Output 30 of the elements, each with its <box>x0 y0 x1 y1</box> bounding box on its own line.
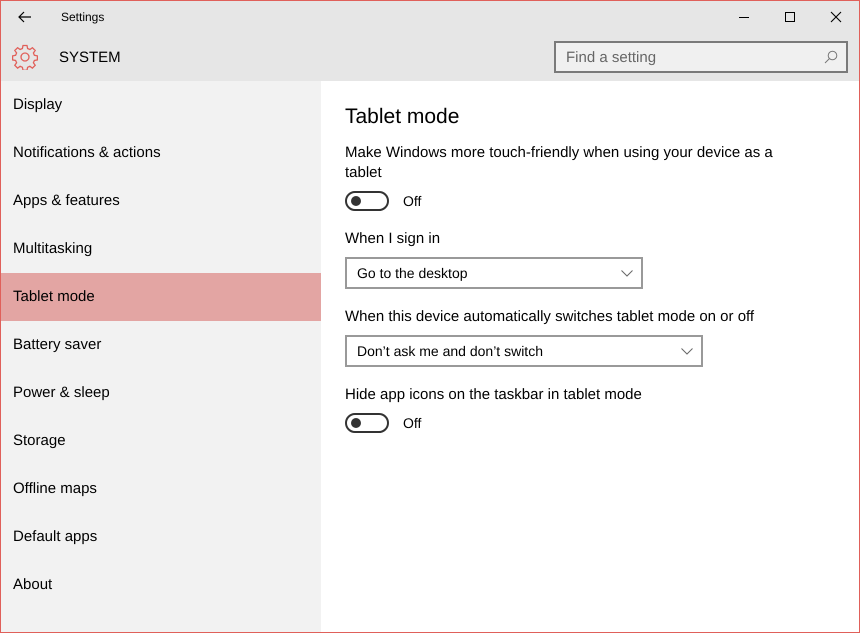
sidebar-item[interactable]: Default apps <box>1 513 321 561</box>
setting-label: When this device automatically switches tablet mode on or off <box>345 307 756 327</box>
sidebar-item[interactable]: Multitasking <box>1 225 321 273</box>
search-icon[interactable] <box>824 50 838 64</box>
search-field[interactable]: Find a setting <box>554 41 848 73</box>
sidebar-item[interactable]: Storage <box>1 417 321 465</box>
sidebar-item[interactable]: Power & sleep <box>1 369 321 417</box>
setting-label: Hide app icons on the taskbar in tablet mode <box>345 385 643 405</box>
sidebar-item[interactable]: Tablet mode <box>1 273 321 321</box>
toggle-switch[interactable] <box>345 191 389 211</box>
dropdown[interactable]: Don’t ask me and don’t switch <box>345 335 703 367</box>
sidebar-item[interactable]: About <box>1 561 321 609</box>
dropdown[interactable]: Go to the desktop <box>345 257 643 289</box>
toggle-state: Off <box>403 415 422 431</box>
setting-label: Make Windows more touch-friendly when using your device as a tablet <box>345 143 774 183</box>
setting-label: When I sign in <box>345 229 442 249</box>
back-arrow-icon <box>18 11 32 23</box>
page-title: Tablet mode <box>345 105 460 129</box>
toggle-switch[interactable] <box>345 413 389 433</box>
gear-icon <box>12 44 38 70</box>
chevron-down-icon <box>681 348 693 354</box>
sidebar-item[interactable]: Apps & features <box>1 177 321 225</box>
toggle-state: Off <box>403 193 422 209</box>
section-title: SYSTEM <box>59 48 121 66</box>
window-title: Settings <box>61 10 104 24</box>
sidebar-item[interactable]: Battery saver <box>1 321 321 369</box>
sidebar-item[interactable]: Notifications & actions <box>1 129 321 177</box>
chevron-down-icon <box>621 270 633 276</box>
sidebar-item[interactable]: Offline maps <box>1 465 321 513</box>
sidebar-item[interactable]: Display <box>1 81 321 129</box>
